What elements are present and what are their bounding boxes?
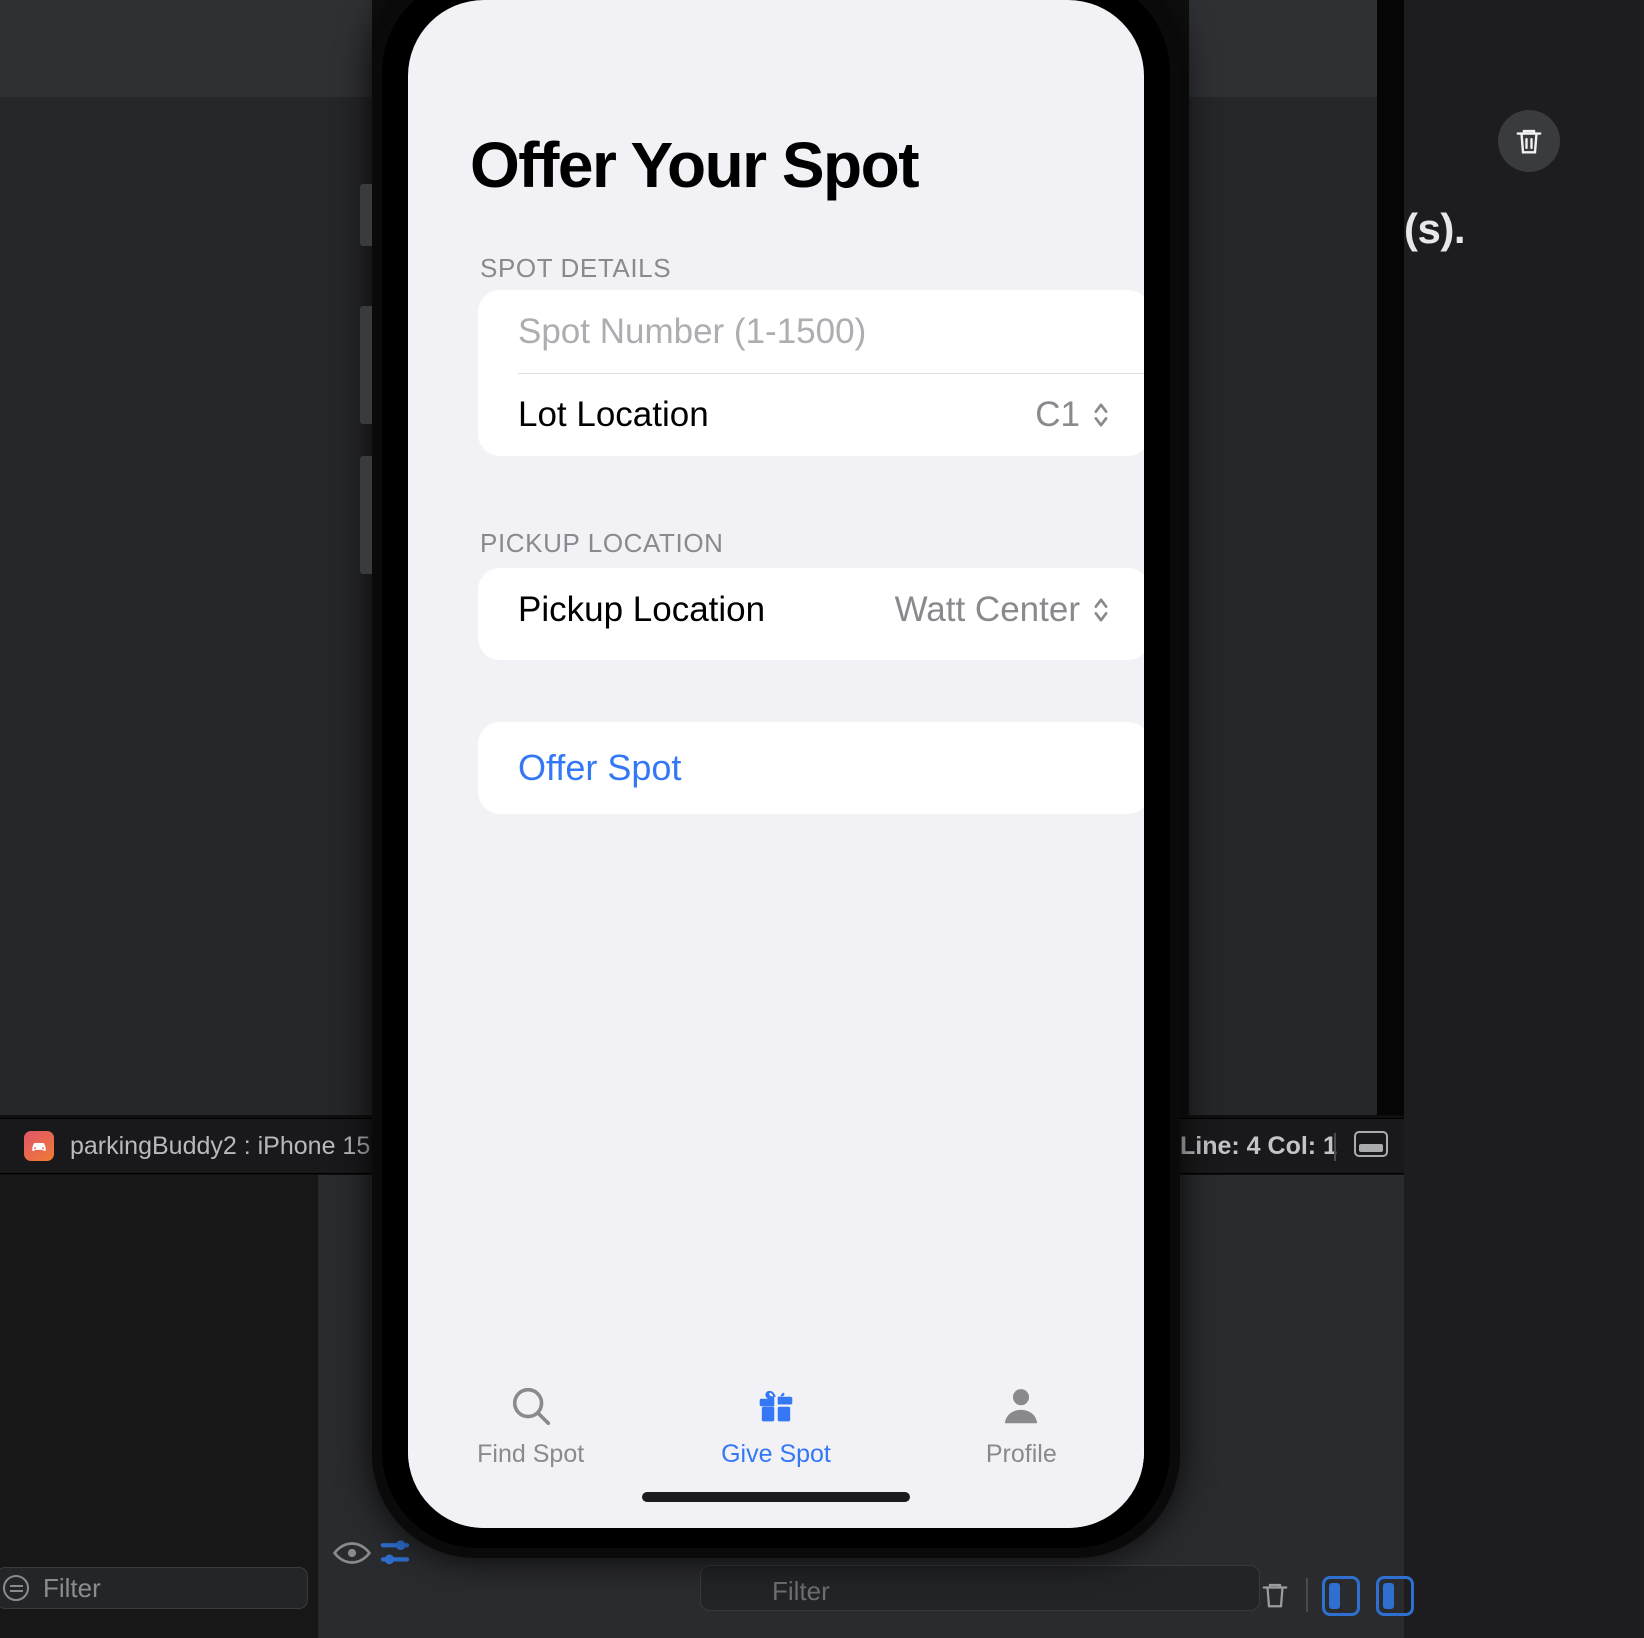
pickup-location-label: Pickup Location	[518, 589, 766, 629]
lot-location-value-group[interactable]: C1	[1035, 395, 1110, 435]
pickup-location-card: Pickup Location Watt Center	[478, 568, 1144, 660]
offer-spot-card[interactable]: Offer Spot	[478, 722, 1144, 814]
pickup-location-value: Watt Center	[894, 589, 1080, 629]
canvas-divider-strip	[1377, 0, 1404, 1115]
chevron-up-down-icon	[1094, 402, 1108, 427]
spot-number-row[interactable]: Spot Number (1-1500)	[478, 290, 1144, 373]
lot-location-value: C1	[1035, 394, 1080, 434]
navigator-filter-field[interactable]: Filter	[0, 1567, 308, 1609]
bottom-panel-toggle-icon[interactable]	[1354, 1131, 1388, 1157]
tab-icon-wrapper	[998, 1382, 1044, 1430]
canvas-pane-right	[1189, 0, 1404, 1115]
tab-icon-wrapper	[508, 1382, 554, 1430]
silent-switch[interactable]	[360, 184, 372, 246]
tab-profile[interactable]: Profile	[899, 1382, 1144, 1469]
tab-bar: Find Spot Give Spot Profile	[408, 1356, 1144, 1528]
page-title: Offer Your Spot	[470, 129, 920, 201]
code-fragment-text: (s).	[1404, 205, 1466, 252]
left-panel-icon	[1329, 1583, 1340, 1609]
filter-icon	[3, 1575, 29, 1601]
app-icon	[24, 1131, 54, 1161]
delete-preview-button[interactable]	[1498, 110, 1560, 172]
lot-location-row[interactable]: Lot Location C1	[478, 373, 1144, 456]
navigator-filter-placeholder: Filter	[43, 1572, 101, 1603]
tab-label-give-spot: Give Spot	[721, 1440, 831, 1468]
right-panel-toggle-button[interactable]	[1376, 1576, 1414, 1616]
person-icon	[1005, 1389, 1038, 1424]
section-header-pickup-location: PICKUP LOCATION	[480, 528, 724, 558]
chevron-up-down-icon	[1094, 597, 1108, 622]
lot-location-label: Lot Location	[518, 394, 709, 434]
canvas-pane-right-header	[1189, 0, 1404, 97]
tab-label-find-spot: Find Spot	[477, 1440, 585, 1468]
debug-filter-placeholder: Filter	[772, 1576, 830, 1606]
gift-icon	[759, 1390, 793, 1422]
left-panel-toggle-button[interactable]	[1322, 1576, 1360, 1616]
pickup-location-value-group[interactable]: Watt Center	[895, 590, 1110, 630]
status-separator	[1334, 1133, 1336, 1161]
spot-number-input[interactable]: Spot Number (1-1500)	[518, 312, 866, 352]
tab-give-spot[interactable]: Give Spot	[653, 1382, 898, 1469]
volume-up-button[interactable]	[360, 306, 372, 424]
trash-icon[interactable]	[1260, 1578, 1290, 1612]
editor-pane-left-header	[0, 0, 372, 97]
bottom-separator	[1306, 1578, 1308, 1612]
home-indicator[interactable]	[642, 1492, 910, 1502]
scheme-label[interactable]: parkingBuddy2 : iPhone 15 Pro	[70, 1132, 416, 1161]
pickup-location-row[interactable]: Pickup Location Watt Center	[478, 568, 1144, 651]
trash-icon	[1516, 129, 1542, 154]
app-screen: Offer Your Spot SPOT DETAILS Spot Number…	[408, 0, 1144, 1528]
eye-icon[interactable]	[333, 1538, 371, 1568]
line-col-indicator: Line: 4 Col: 1	[1180, 1132, 1337, 1160]
tab-find-spot[interactable]: Find Spot	[408, 1382, 653, 1469]
sliders-icon[interactable]	[378, 1536, 412, 1570]
tab-icon-wrapper	[753, 1382, 799, 1430]
editor-pane-left	[0, 0, 372, 1115]
right-panel-icon	[1383, 1583, 1394, 1609]
volume-down-button[interactable]	[360, 456, 372, 574]
spot-details-card: Spot Number (1-1500) Lot Location C1	[478, 290, 1144, 456]
tab-label-profile: Profile	[985, 1440, 1057, 1468]
iphone-simulator: Offer Your Spot SPOT DETAILS Spot Number…	[360, 0, 1180, 1558]
car-icon	[32, 1143, 46, 1151]
offer-spot-button[interactable]: Offer Spot	[518, 747, 681, 789]
search-icon	[512, 1387, 550, 1426]
section-header-spot-details: SPOT DETAILS	[480, 253, 672, 283]
